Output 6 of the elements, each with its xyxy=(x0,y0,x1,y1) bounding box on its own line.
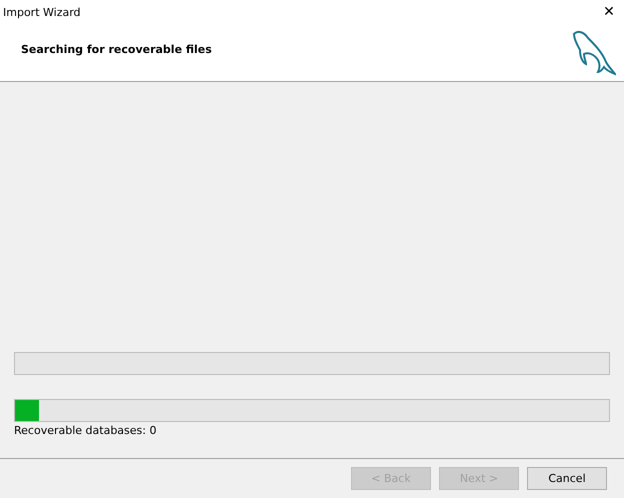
dolphin-logo xyxy=(572,30,616,76)
wizard-button[interactable]: Cancel xyxy=(527,467,607,490)
close-button[interactable]: ✕ xyxy=(594,0,624,24)
window-title: Import Wizard xyxy=(3,6,81,18)
page-heading: Searching for recoverable files xyxy=(21,43,212,56)
status-text: Recoverable databases: 0 xyxy=(14,424,156,437)
